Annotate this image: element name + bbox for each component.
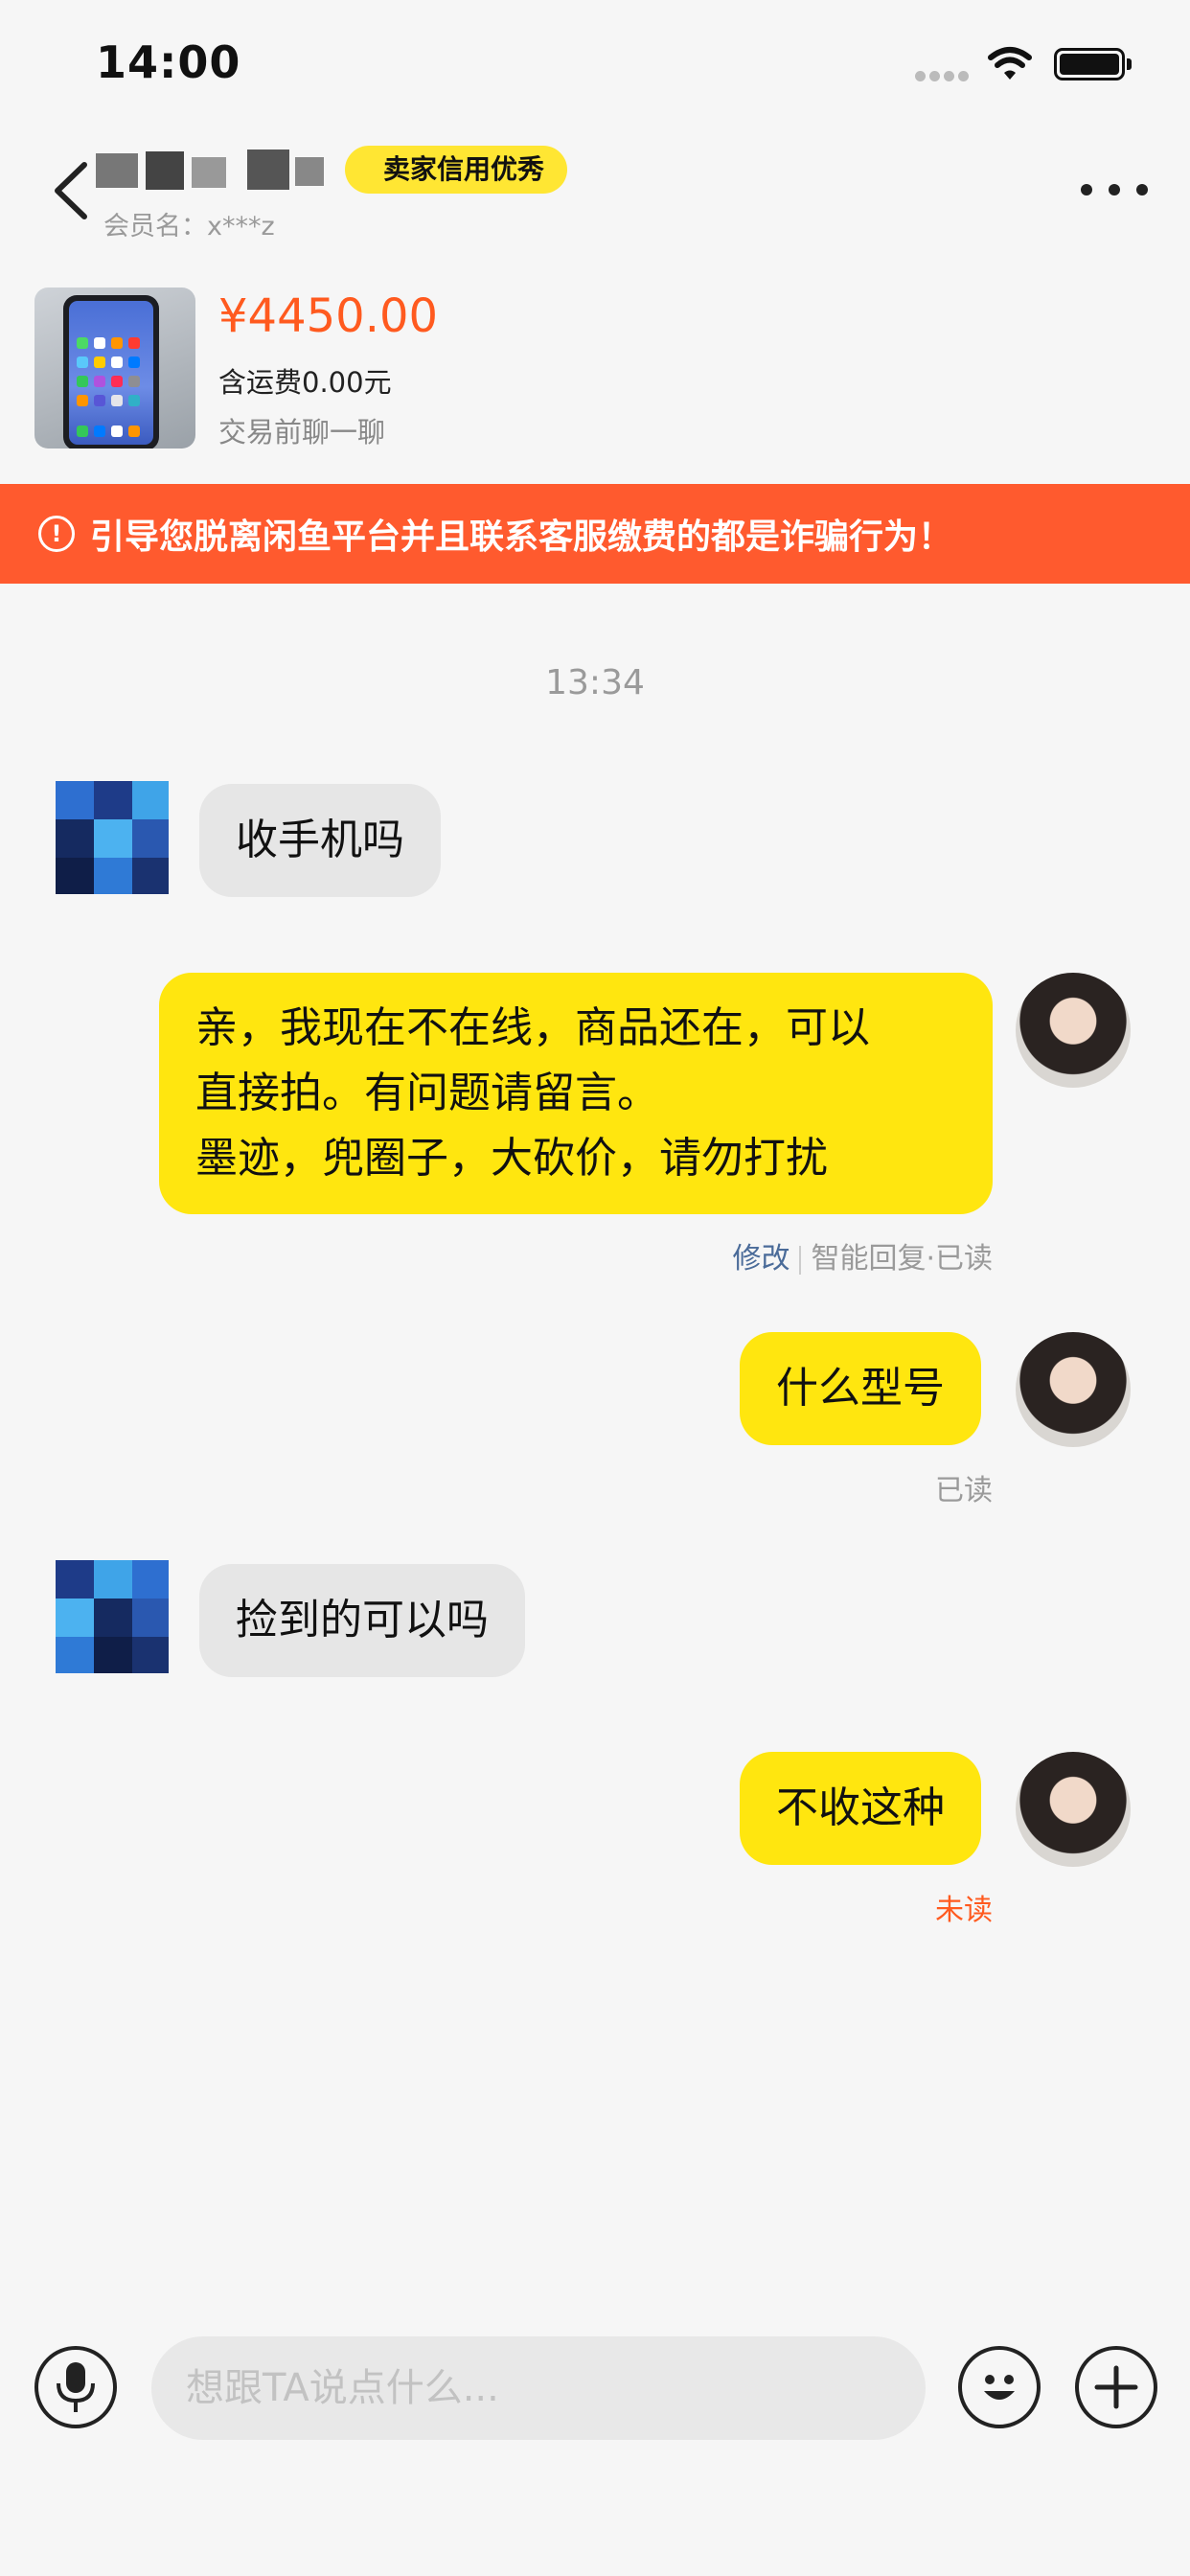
avatar[interactable]	[56, 1560, 169, 1673]
chevron-left-icon	[55, 162, 87, 219]
member-name: 会员名：x***z	[103, 212, 275, 242]
message-bubble-incoming[interactable]: 捡到的可以吗	[199, 1564, 525, 1677]
message-input[interactable]	[151, 2336, 926, 2440]
message-line: 直接拍。有问题请留言。	[195, 1069, 659, 1117]
message-status: 修改 智能回复·已读	[575, 1234, 993, 1276]
avatar[interactable]	[56, 781, 169, 894]
emoji-icon	[984, 2375, 1015, 2400]
exclamation-circle-icon: !	[38, 516, 75, 552]
unread-status: 未读	[935, 1894, 993, 1927]
wifi-icon	[988, 47, 1032, 80]
avatar-self[interactable]	[1016, 1332, 1131, 1447]
fraud-warning-banner: ! 引导您脱离闲鱼平台并且联系客服缴费的都是诈骗行为！	[0, 484, 1190, 584]
seller-name-redacted[interactable]	[96, 144, 335, 197]
read-status: 智能回复·已读	[811, 1242, 993, 1276]
chat-timestamp: 13:34	[545, 663, 645, 702]
product-thumbnail[interactable]	[34, 288, 195, 448]
message-line: 亲，我现在不在线，商品还在，可以	[195, 1003, 870, 1052]
more-dots-icon[interactable]	[1081, 180, 1148, 199]
read-status: 已读	[935, 1474, 993, 1507]
battery-tip	[1127, 58, 1132, 70]
message-bubble-outgoing[interactable]: 不收这种	[740, 1752, 981, 1865]
status-time: 14:00	[96, 36, 241, 88]
product-price: ¥4450.00	[218, 289, 439, 343]
message-line: 墨迹，兜圈子，大砍价，请勿打扰	[195, 1134, 828, 1183]
chat-prompt: 交易前聊一聊	[218, 416, 386, 448]
emoji-button[interactable]	[958, 2346, 1041, 2428]
microphone-icon	[57, 2362, 95, 2412]
avatar-self[interactable]	[1016, 1752, 1131, 1867]
edit-link[interactable]: 修改	[732, 1242, 790, 1276]
message-bubble-outgoing[interactable]: 什么型号	[740, 1332, 981, 1445]
message-bubble-outgoing[interactable]: 亲，我现在不在线，商品还在，可以 直接拍。有问题请留言。 墨迹，兜圈子，大砍价，…	[159, 973, 993, 1214]
shipping-fee: 含运费0.00元	[218, 366, 392, 399]
plus-icon	[1094, 2365, 1138, 2409]
warning-text: 引导您脱离闲鱼平台并且联系客服缴费的都是诈骗行为！	[90, 518, 953, 557]
message-bubble-incoming[interactable]: 收手机吗	[199, 784, 441, 897]
signal-icon	[915, 67, 973, 81]
back-button[interactable]	[46, 159, 94, 222]
add-button[interactable]	[1075, 2346, 1157, 2428]
seller-credit-badge: 卖家信用优秀	[345, 146, 568, 194]
voice-button[interactable]	[34, 2346, 117, 2428]
avatar-self[interactable]	[1016, 973, 1131, 1088]
battery-icon	[1054, 48, 1125, 80]
